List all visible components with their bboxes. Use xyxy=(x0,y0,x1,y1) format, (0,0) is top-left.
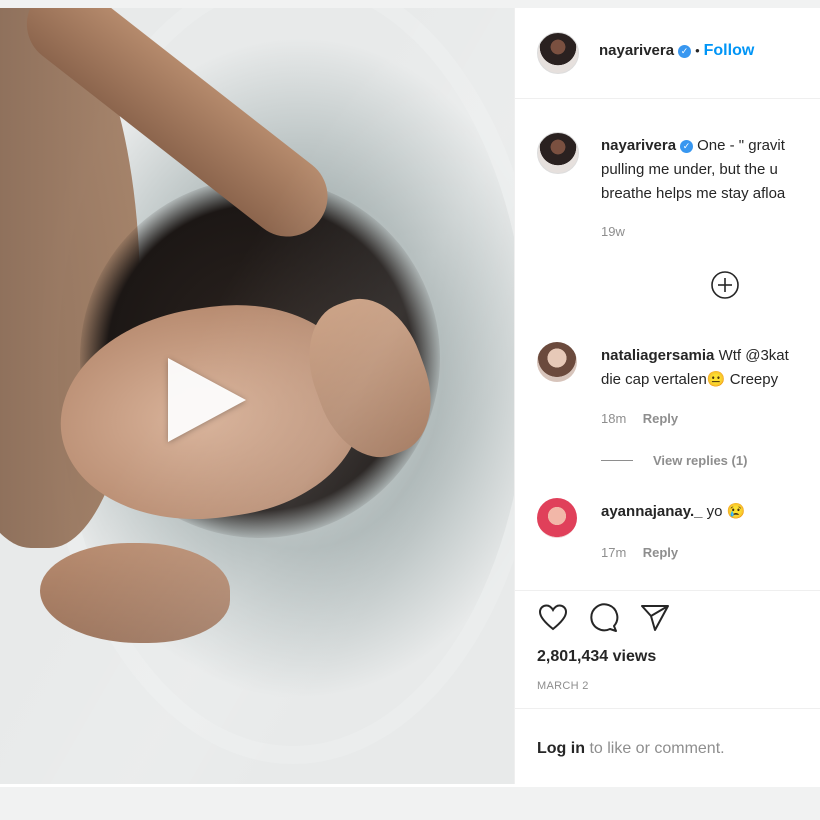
play-icon[interactable] xyxy=(168,358,246,442)
view-replies-button[interactable]: View replies (1) xyxy=(653,453,747,468)
caption-author-username[interactable]: nayarivera xyxy=(601,137,676,154)
verified-badge-icon: ✓ xyxy=(678,45,692,58)
caption-line: breathe helps me stay afloa xyxy=(601,185,786,202)
water-sheen xyxy=(0,8,514,784)
caption-timestamp: 19w xyxy=(601,224,625,239)
login-prompt: Log in to like or comment. xyxy=(537,740,725,758)
comment-timestamp: 18m xyxy=(601,411,627,426)
divider xyxy=(515,708,820,709)
video-player[interactable] xyxy=(0,8,514,784)
login-prompt-text: to like or comment. xyxy=(589,740,725,757)
caption: nayarivera ✓ One - " gravit pulling me und… xyxy=(601,134,820,206)
heart-icon[interactable] xyxy=(537,602,569,634)
comment-username[interactable]: ayannajanay._ xyxy=(601,503,702,520)
separator-dot: • xyxy=(695,43,700,58)
divider xyxy=(515,98,820,99)
divider xyxy=(515,590,820,591)
share-icon[interactable] xyxy=(639,602,671,634)
comment: nataliagersamia Wtf @3kat die cap vertal… xyxy=(601,344,820,392)
caption-author-avatar[interactable] xyxy=(537,132,579,174)
author-username[interactable]: nayarivera xyxy=(599,42,674,59)
reply-button[interactable]: Reply xyxy=(643,411,678,426)
post-date: MARCH 2 xyxy=(537,680,589,692)
post-sidebar: nayarivera ✓ • Follow nayarivera ✓ One - " gr… xyxy=(514,8,820,784)
comment-timestamp: 17m xyxy=(601,545,627,560)
comment: ayannajanay._ yo 😢 xyxy=(601,500,745,524)
caption-line: pulling me under, but the u xyxy=(601,161,778,178)
commenter-avatar[interactable] xyxy=(537,498,577,538)
verified-badge-icon: ✓ xyxy=(680,140,694,153)
post-header: nayarivera ✓ • Follow xyxy=(599,42,754,60)
plus-circle-icon[interactable] xyxy=(710,270,740,300)
comment-text: yo 😢 xyxy=(706,503,746,520)
reply-button[interactable]: Reply xyxy=(643,545,678,560)
view-count: 2,801,434 views xyxy=(537,648,657,665)
comment-text: Wtf @3kat xyxy=(718,347,789,364)
login-link[interactable]: Log in xyxy=(537,740,585,757)
comment-meta: 18m Reply xyxy=(601,410,678,428)
comment-text: die cap vertalen😐 Creepy xyxy=(601,371,779,388)
caption-line: One - " gravit xyxy=(697,137,785,154)
author-avatar[interactable] xyxy=(537,32,579,74)
replies-line xyxy=(601,460,633,461)
follow-button[interactable]: Follow xyxy=(704,42,755,59)
comment-username[interactable]: nataliagersamia xyxy=(601,347,714,364)
commenter-avatar[interactable] xyxy=(537,342,577,382)
comment-meta: 17m Reply xyxy=(601,544,678,562)
comment-icon[interactable] xyxy=(587,602,619,634)
